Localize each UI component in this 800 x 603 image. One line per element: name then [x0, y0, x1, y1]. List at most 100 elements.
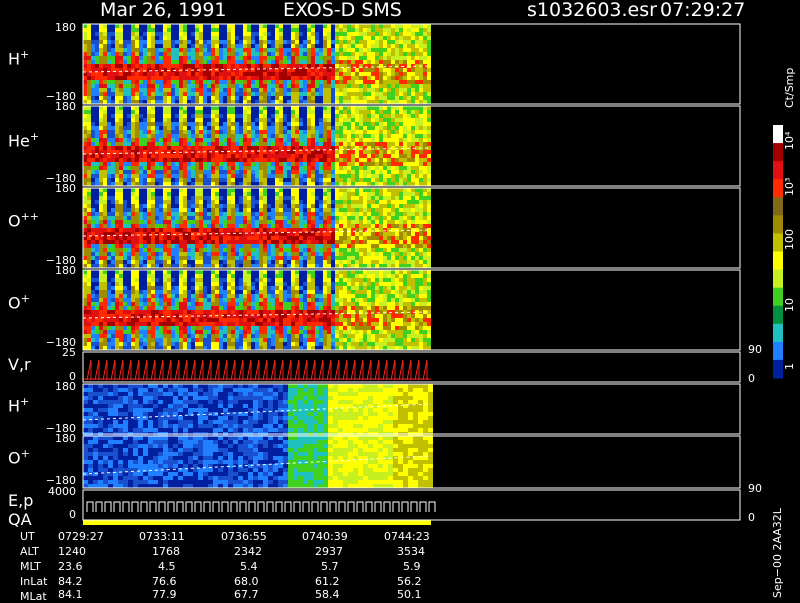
- spectrogram-cell: [199, 134, 203, 138]
- spectrogram-cell: [255, 224, 259, 228]
- spectrogram-cell: [331, 52, 335, 56]
- spectrogram-cell: [159, 32, 163, 36]
- spectrogram-cell: [103, 100, 107, 104]
- spectrogram-cell: [183, 48, 187, 52]
- spectrogram-cell: [119, 56, 123, 60]
- spectrogram-cell: [323, 138, 327, 142]
- spectrogram-cell: [367, 28, 371, 32]
- spectrogram-cell: [235, 188, 239, 192]
- spectrogram-cell: [155, 32, 159, 36]
- spectrogram-cell: [239, 192, 243, 196]
- spectrogram-cell: [371, 100, 375, 104]
- spectrogram-cell: [399, 134, 403, 138]
- spectrogram-cell: [331, 48, 335, 52]
- spectrogram-cell: [99, 24, 103, 28]
- spectrogram-cell: [223, 228, 227, 232]
- spectrogram-cell: [315, 48, 319, 52]
- spectrogram-cell: [199, 114, 203, 118]
- spectrogram-cell: [87, 260, 91, 264]
- spectrogram-cell: [331, 96, 335, 100]
- spectrogram-cell: [179, 76, 183, 80]
- spectrogram-cell: [235, 114, 239, 118]
- spectrogram-cell: [203, 166, 207, 170]
- spectrogram-cell: [311, 200, 315, 204]
- spectrogram-cell: [115, 224, 119, 228]
- spectrogram-cell: [139, 44, 143, 48]
- spectrogram-cell: [359, 170, 363, 174]
- spectrogram-cell: [335, 264, 339, 268]
- spectrogram-cell: [123, 146, 127, 150]
- spectrogram-cell: [351, 220, 355, 224]
- spectrogram-cell: [247, 88, 251, 92]
- spectrogram-cell: [163, 114, 167, 118]
- spectrogram-cell: [371, 80, 375, 84]
- spectrogram-cell: [383, 36, 387, 40]
- spectrogram-cell: [319, 110, 323, 114]
- spectrogram-cell: [275, 256, 279, 260]
- spectrogram-cell: [187, 200, 191, 204]
- spectrogram-cell: [239, 158, 243, 162]
- spectrogram-cell: [355, 158, 359, 162]
- spectrogram-cell: [99, 248, 103, 252]
- spectrogram-cell: [299, 92, 303, 96]
- spectrogram-cell: [135, 208, 139, 212]
- spectrogram-cell: [107, 92, 111, 96]
- spectrogram-cell: [159, 138, 163, 142]
- spectrogram-cell: [271, 130, 275, 134]
- spectrogram-cell: [83, 84, 87, 88]
- spectrogram-cell: [235, 64, 239, 68]
- spectrogram-cell: [111, 32, 115, 36]
- spectrogram-cell: [295, 240, 299, 244]
- spectrogram-cell: [291, 212, 295, 216]
- spectrogram-cell: [271, 60, 275, 64]
- spectrogram-cell: [263, 126, 267, 130]
- spectrogram-cell: [87, 76, 91, 80]
- spectrogram-cell: [87, 248, 91, 252]
- spectrogram-cell: [351, 200, 355, 204]
- spectrogram-cell: [331, 36, 335, 40]
- spectrogram-cell: [91, 182, 95, 186]
- spectrogram-cell: [143, 118, 147, 122]
- spectrogram-cell: [123, 264, 127, 268]
- spectrogram-cell: [359, 188, 363, 192]
- spectrogram-cell: [91, 178, 95, 182]
- spectrogram-cell: [235, 228, 239, 232]
- spectrogram-cell: [135, 64, 139, 68]
- spectrogram-cell: [199, 212, 203, 216]
- spectrogram-cell: [259, 32, 263, 36]
- spectrogram-cell: [111, 56, 115, 60]
- spectrogram-cell: [235, 158, 239, 162]
- spectrogram-cell: [275, 188, 279, 192]
- spectrogram-cell: [303, 24, 307, 28]
- spectrogram-cell: [215, 126, 219, 130]
- spectrogram-cell: [231, 44, 235, 48]
- spectrogram-cell: [367, 256, 371, 260]
- spectrogram-cell: [251, 212, 255, 216]
- spectrogram-cell: [423, 130, 427, 134]
- spectrogram-cell: [243, 48, 247, 52]
- spectrogram-cell: [107, 248, 111, 252]
- spectrogram-cell: [207, 110, 211, 114]
- spectrogram-cell: [175, 174, 179, 178]
- spectrogram-cell: [99, 118, 103, 122]
- spectrogram-cell: [295, 40, 299, 44]
- spectrogram-cell: [151, 224, 155, 228]
- spectrogram-cell: [351, 118, 355, 122]
- spectrogram-cell: [267, 40, 271, 44]
- spectrogram-cell: [283, 200, 287, 204]
- spectrogram-cell: [123, 208, 127, 212]
- spectrogram-cell: [371, 224, 375, 228]
- spectrogram-cell: [411, 28, 415, 32]
- spectrogram-cell: [275, 96, 279, 100]
- spectrogram-cell: [243, 252, 247, 256]
- spectrogram-cell: [107, 236, 111, 240]
- spectrogram-cell: [255, 204, 259, 208]
- spectrogram-cell: [231, 232, 235, 236]
- spectrogram-cell: [203, 60, 207, 64]
- spectrogram-cell: [243, 100, 247, 104]
- spectrogram-cell: [115, 200, 119, 204]
- spectrogram-cell: [255, 110, 259, 114]
- spectrogram-cell: [415, 68, 419, 72]
- spectrogram-cell: [355, 244, 359, 248]
- spectrogram-cell: [131, 260, 135, 264]
